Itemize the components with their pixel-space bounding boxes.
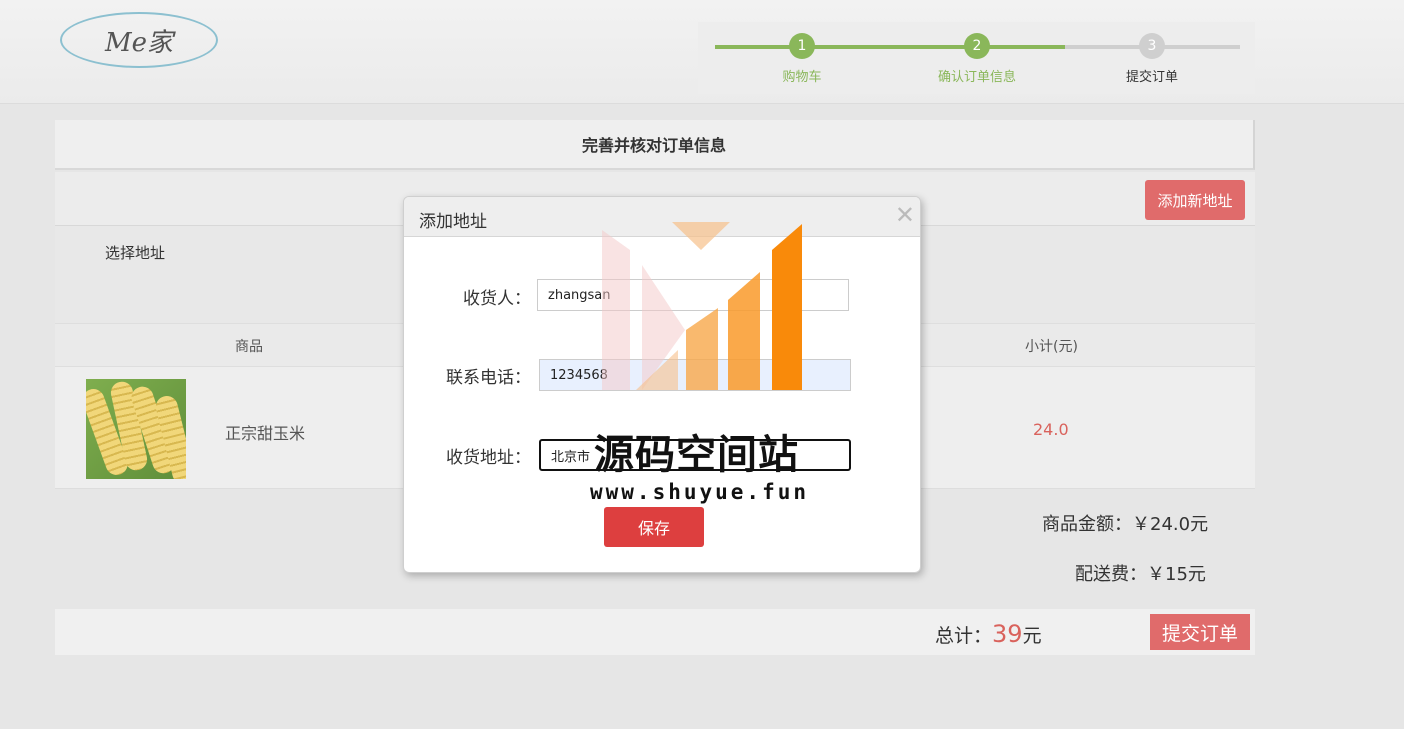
address-label: 收货地址： [446,448,531,468]
corn-image[interactable] [86,379,186,479]
step-1-dot: 1 [789,33,815,59]
column-goods: 商品 [235,339,263,355]
shipping-fee: 配送费：￥15元 [1075,560,1206,586]
shipping-label: 配送费： [1075,564,1147,585]
goods-amount: 商品金额：￥24.0元 [1042,510,1208,536]
step-2-dot: 2 [964,33,990,59]
receiver-input[interactable] [537,279,849,311]
total-bar: 总计：39元 提交订单 [55,609,1255,655]
goods-subtotal: 24.0 [1033,420,1069,439]
step-3-label: 提交订单 [1125,70,1178,85]
save-button[interactable]: 保存 [604,507,704,547]
site-logo[interactable]: Me家 [60,12,218,68]
total-label: 总计： [935,625,993,647]
step-1-label: 购物车 [782,70,822,85]
step-2-label: 确认订单信息 [937,70,1016,85]
goods-amount-value: ￥24.0元 [1132,514,1209,535]
dialog-title: 添加地址 [419,212,487,232]
add-address-button[interactable]: 添加新地址 [1145,180,1245,220]
phone-input[interactable] [539,359,851,391]
checkout-progress: 1 购物车 2 确认订单信息 3 提交订单 [698,22,1255,94]
add-address-dialog: 添加地址 ✕ 收货人： 联系电话： 收货地址： 保存 [403,196,921,573]
watermark-title: 源码空间站 [594,432,799,478]
shipping-value: ￥15元 [1147,564,1206,585]
close-icon[interactable]: ✕ [895,201,915,229]
receiver-label: 收货人： [463,289,531,309]
dialog-header: 添加地址 ✕ [404,197,920,237]
total: 总计：39元 [935,620,1042,648]
logo-text: Me家 [104,27,173,58]
progress-line-done [715,45,1065,49]
site-header: Me家 1 购物车 2 确认订单信息 3 提交订单 [0,0,1404,104]
total-value: 39 [992,620,1023,648]
goods-amount-label: 商品金额： [1042,514,1132,535]
select-address-label: 选择地址 [105,244,166,262]
watermark-url: www.shuyue.fun [590,480,810,504]
order-panel-title: 完善并核对订单信息 [55,120,1255,170]
submit-order-button[interactable]: 提交订单 [1150,614,1250,650]
column-subtotal: 小计(元) [1025,339,1078,355]
total-unit: 元 [1022,625,1042,647]
phone-label: 联系电话： [446,368,531,388]
goods-name[interactable]: 正宗甜玉米 [225,420,305,444]
step-3-dot: 3 [1139,33,1165,59]
